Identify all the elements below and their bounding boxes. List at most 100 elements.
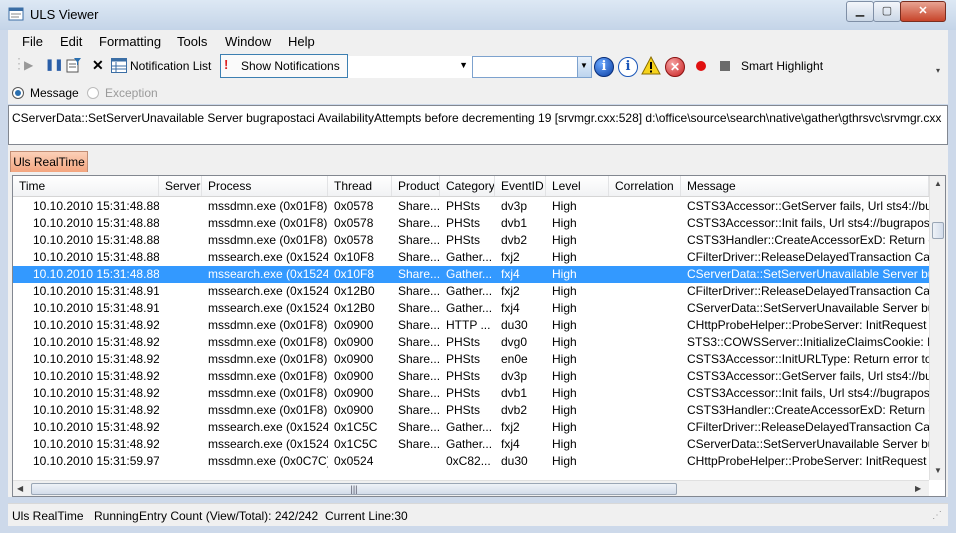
stop-icon[interactable] — [720, 61, 730, 71]
exception-radio[interactable] — [87, 87, 99, 99]
table-row[interactable]: 10.10.2010 15:31:48.88 mssdmn.exe (0x01F8… — [13, 215, 929, 232]
menu-help[interactable]: Help — [288, 34, 315, 49]
cell-category: PHSts — [446, 352, 481, 366]
scroll-up-icon[interactable]: ▲ — [934, 179, 942, 188]
header-col-eventid[interactable]: EventID — [495, 176, 546, 196]
cell-eventid: fxj2 — [501, 250, 520, 264]
scroll-right-icon[interactable]: ▶ — [915, 484, 921, 493]
maximize-button[interactable]: ▢ — [873, 1, 901, 22]
toolbar-overflow-icon[interactable]: ▾ — [936, 66, 940, 75]
header-col-time[interactable]: Time — [13, 176, 159, 196]
cell-server — [159, 317, 202, 334]
show-notifications-button[interactable]: ! Show Notifications — [220, 54, 348, 78]
play-icon[interactable]: ▶ — [24, 58, 33, 72]
table-row[interactable]: 10.10.2010 15:31:48.92 mssearch.exe (0x15… — [13, 419, 929, 436]
table-row[interactable]: 10.10.2010 15:31:48.88 mssdmn.exe (0x01F8… — [13, 198, 929, 215]
pause-icon[interactable]: ❚❚ — [45, 58, 63, 71]
table-row[interactable]: 10.10.2010 15:31:48.88 mssearch.exe (0x15… — [13, 249, 929, 266]
table-row[interactable]: 10.10.2010 15:31:48.92 mssdmn.exe (0x01F8… — [13, 334, 929, 351]
warning-icon[interactable] — [641, 56, 661, 75]
header-col-category[interactable]: Category — [440, 176, 495, 196]
cell-product: Share... — [398, 250, 440, 264]
cell-thread: 0x0900 — [334, 352, 374, 366]
horizontal-scrollbar[interactable]: ◀ ||| ▶ — [13, 480, 929, 496]
filter-icon[interactable] — [66, 57, 82, 73]
cell-process: mssdmn.exe (0x01F8) — [208, 352, 328, 366]
table-row[interactable]: 10.10.2010 15:31:48.88 mssearch.exe (0x15… — [13, 266, 929, 283]
scroll-left-icon[interactable]: ◀ — [17, 484, 23, 493]
cell-product — [392, 453, 440, 470]
table-row[interactable]: 10.10.2010 15:31:48.92 mssdmn.exe (0x01F8… — [13, 317, 929, 334]
cell-process: mssearch.exe (0x1524) — [208, 437, 328, 451]
resize-grip-icon[interactable]: ⋰ — [932, 510, 942, 521]
cell-thread: 0x10F8 — [334, 267, 375, 281]
menu-file[interactable]: File — [22, 34, 43, 49]
menu-edit[interactable]: Edit — [60, 34, 82, 49]
cell-server — [159, 402, 202, 419]
notification-list-button[interactable]: Notification List — [130, 59, 211, 73]
cell-correlation — [609, 334, 681, 351]
cell-category: 0xC82... — [446, 454, 491, 468]
menu-bar: File Edit Formatting Tools Window Help — [8, 30, 948, 52]
horizontal-scroll-thumb[interactable]: ||| — [31, 483, 677, 495]
smart-highlight-button[interactable]: Smart Highlight — [741, 59, 823, 73]
scroll-down-icon[interactable]: ▼ — [934, 466, 942, 475]
vertical-scroll-thumb[interactable] — [932, 222, 944, 239]
cell-correlation — [609, 215, 681, 232]
cell-level: High — [552, 403, 577, 417]
menu-tools[interactable]: Tools — [177, 34, 207, 49]
cell-product: Share... — [398, 369, 440, 383]
table-row[interactable]: 10.10.2010 15:31:48.88 mssdmn.exe (0x01F8… — [13, 232, 929, 249]
cell-thread: 0x1C5C — [334, 420, 378, 434]
info-icon[interactable]: i — [618, 57, 638, 77]
table-row[interactable]: 10.10.2010 15:31:59.97 mssdmn.exe (0x0C7C… — [13, 453, 929, 470]
chevron-down-icon: ▼ — [459, 60, 468, 70]
header-col-correlation[interactable]: Correlation — [609, 176, 681, 196]
cell-level: High — [552, 437, 577, 451]
message-radio[interactable] — [12, 87, 24, 99]
header-col-thread[interactable]: Thread — [328, 176, 392, 196]
dropdown-button[interactable]: ▼ — [577, 57, 591, 77]
header-col-product[interactable]: Product — [392, 176, 440, 196]
header-col-process[interactable]: Process — [202, 176, 328, 196]
filter-dropdown-2[interactable]: ▼ — [472, 56, 592, 78]
minimize-button[interactable]: ▁ — [846, 1, 874, 22]
cell-time: 10.10.2010 15:31:48.92 — [33, 335, 159, 349]
message-radio-label: Message — [30, 86, 79, 100]
status-state: Running — [94, 509, 139, 523]
filter-dropdown-1[interactable]: ▼ — [348, 56, 472, 78]
tab-uls-realtime[interactable]: Uls RealTime — [10, 151, 88, 172]
cell-category: Gather... — [446, 267, 493, 281]
critical-info-icon[interactable]: i — [594, 57, 614, 77]
cell-level: High — [552, 267, 577, 281]
header-col-message[interactable]: Message — [681, 176, 929, 196]
close-button[interactable]: ✕ — [900, 1, 946, 22]
error-icon[interactable]: ✕ — [665, 57, 685, 77]
cell-category: Gather... — [446, 250, 493, 264]
vertical-scrollbar[interactable]: ▲ ▼ — [929, 176, 945, 480]
cell-thread: 0x0578 — [334, 199, 374, 213]
cell-server — [159, 215, 202, 232]
table-row[interactable]: 10.10.2010 15:31:48.92 mssdmn.exe (0x01F8… — [13, 351, 929, 368]
cell-time: 10.10.2010 15:31:59.97 — [33, 454, 159, 468]
cell-correlation — [609, 249, 681, 266]
cell-time: 10.10.2010 15:31:48.88 — [33, 250, 159, 264]
clear-icon[interactable]: ✕ — [92, 57, 104, 74]
table-row[interactable]: 10.10.2010 15:31:48.92 mssearch.exe (0x15… — [13, 436, 929, 453]
table-row[interactable]: 10.10.2010 15:31:48.91 mssearch.exe (0x15… — [13, 300, 929, 317]
table-row[interactable]: 10.10.2010 15:31:48.92 mssdmn.exe (0x01F8… — [13, 385, 929, 402]
cell-thread: 0x0524 — [334, 454, 374, 468]
menu-formatting[interactable]: Formatting — [99, 34, 161, 49]
cell-eventid: dvb1 — [501, 386, 528, 400]
table-row[interactable]: 10.10.2010 15:31:48.92 mssdmn.exe (0x01F8… — [13, 402, 929, 419]
record-icon[interactable] — [696, 61, 706, 71]
menu-window[interactable]: Window — [225, 34, 271, 49]
table-row[interactable]: 10.10.2010 15:31:48.91 mssearch.exe (0x15… — [13, 283, 929, 300]
header-col-server[interactable]: Server — [159, 176, 202, 196]
header-col-level[interactable]: Level — [546, 176, 609, 196]
cell-time: 10.10.2010 15:31:48.92 — [33, 386, 159, 400]
cell-message: CHttpProbeHelper::ProbeServer: InitReque… — [687, 318, 929, 332]
cell-process: mssdmn.exe (0x01F8) — [208, 403, 328, 417]
table-row[interactable]: 10.10.2010 15:31:48.92 mssdmn.exe (0x01F8… — [13, 368, 929, 385]
message-detail-textbox[interactable]: CServerData::SetServerUnavailable Server… — [8, 105, 948, 145]
